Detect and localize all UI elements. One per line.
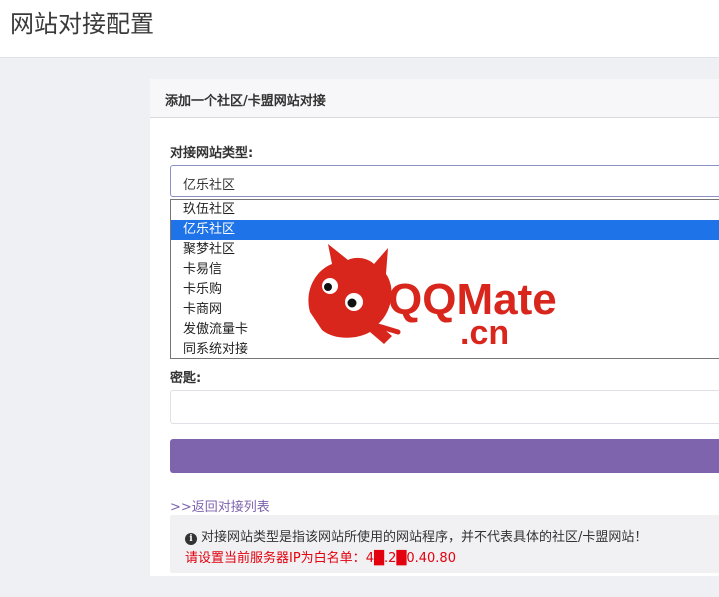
whitelist-ip-value: 4█.2█0.40.80 <box>365 551 456 566</box>
page-header: 网站对接配置 <box>0 0 719 58</box>
panel-heading-text: 添加一个社区/卡盟网站对接 <box>165 94 326 109</box>
site-type-select[interactable]: 亿乐社区 <box>170 165 719 197</box>
panel-heading: 添加一个社区/卡盟网站对接 <box>150 79 719 118</box>
back-to-list-link[interactable]: >>返回对接列表 <box>170 496 270 515</box>
cat-logo-icon <box>308 244 401 344</box>
note-line-2: 请设置当前服务器IP为白名单：4█.2█0.40.80 <box>185 547 456 566</box>
secret-key-input[interactable] <box>170 390 719 424</box>
dropdown-option-0[interactable]: 玖伍社区 <box>171 200 719 220</box>
dropdown-option-1[interactable]: 亿乐社区 <box>171 220 719 240</box>
secret-key-label: 密匙: <box>170 371 202 386</box>
submit-button[interactable] <box>170 439 719 473</box>
note-line-1-text: 对接网站类型是指该网站所使用的网站程序，并不代表具体的社区/卡盟网站！ <box>201 530 648 545</box>
info-circle-icon: i <box>185 533 197 545</box>
site-type-label: 对接网站类型: <box>170 146 254 161</box>
note-box: i 对接网站类型是指该网站所使用的网站程序，并不代表具体的社区/卡盟网站！ 请设置… <box>170 515 719 573</box>
page-title: 网站对接配置 <box>10 10 154 38</box>
site-type-selected-value: 亿乐社区 <box>183 178 236 193</box>
note-line-1: i 对接网站类型是指该网站所使用的网站程序，并不代表具体的社区/卡盟网站！ <box>185 526 647 545</box>
watermark-text-sub: .cn <box>460 314 509 352</box>
whitelist-ip-label: 请设置当前服务器IP为白名单： <box>185 551 366 566</box>
qqmate-watermark: QQMate .cn <box>308 244 557 352</box>
